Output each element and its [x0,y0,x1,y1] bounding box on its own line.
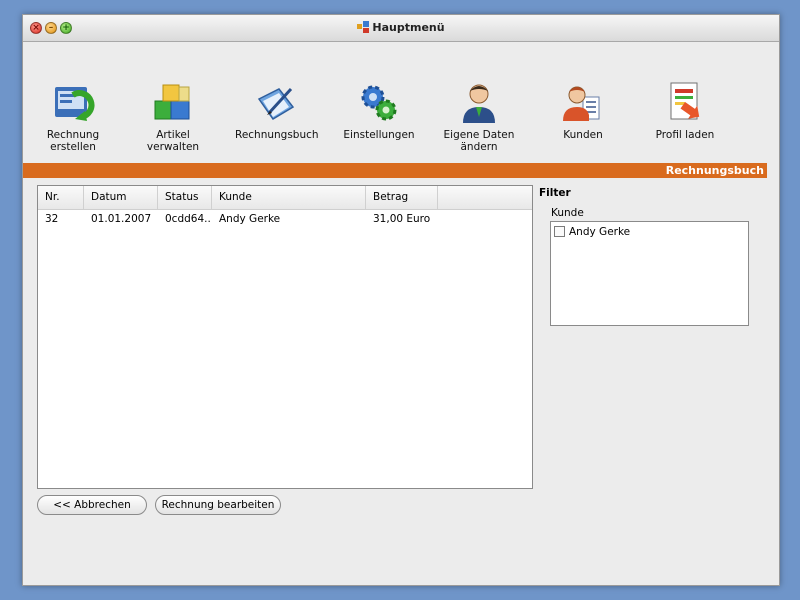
app-icon [357,21,370,33]
cell-nr: 32 [45,213,59,225]
toolbar-button-artikel-verwalten[interactable]: Artikel verwalten [131,81,215,153]
cell-betrag: 31,00 Euro [373,213,431,225]
main-toolbar: Rechnung erstellen Artikel verwalten Rec… [23,41,779,161]
toolbar-button-eigene-daten[interactable]: Eigene Daten ändern [435,81,523,153]
cancel-button[interactable]: << Abbrechen [37,495,147,515]
column-header-datum[interactable]: Datum [84,186,158,209]
toolbar-button-rechnung-erstellen[interactable]: Rechnung erstellen [38,81,108,153]
invoice-table[interactable]: Nr. Datum Status Kunde Betrag 32 01.01.2… [37,185,533,489]
filter-kunde-label: Kunde [551,207,584,219]
filter-title: Filter [539,187,571,199]
filter-option-checkbox[interactable] [554,226,565,237]
column-header-nr[interactable]: Nr. [38,186,84,209]
edit-invoice-button[interactable]: Rechnung bearbeiten [155,495,281,515]
main-window: × – + Hauptmenü Rechnung erstellen Artik… [22,14,780,586]
section-header-bar: Rechnungsbuch [23,163,767,178]
toolbar-button-rechnungsbuch[interactable]: Rechnungsbuch [235,81,319,141]
book-pen-icon [257,87,295,121]
table-row[interactable]: 32 01.01.2007 0cdd64... Andy Gerke 31,00… [38,210,532,228]
window-title: Hauptmenü [23,21,779,34]
toolbar-button-einstellungen[interactable]: Einstellungen [341,81,417,141]
column-header-betrag[interactable]: Betrag [366,186,438,209]
toolbar-button-profil-laden[interactable]: Profil laden [647,81,723,141]
document-arrow-icon [670,82,700,120]
filter-kunde-list[interactable]: Andy Gerke [550,221,749,326]
table-header: Nr. Datum Status Kunde Betrag [38,186,532,210]
boxes-icon [154,84,190,120]
gears-icon [361,85,397,121]
filter-option-label: Andy Gerke [569,226,631,238]
column-header-status[interactable]: Status [158,186,212,209]
column-header-kunde[interactable]: Kunde [212,186,366,209]
cell-status: 0cdd64... [165,213,212,225]
cell-datum: 01.01.2007 [91,213,152,225]
cell-kunde: Andy Gerke [219,213,281,225]
invoice-create-icon [55,87,95,121]
customer-card-icon [563,86,600,121]
title-bar: × – + Hauptmenü [23,15,779,42]
section-title: Rechnungsbuch [665,164,764,177]
filter-option[interactable]: Andy Gerke [554,225,630,239]
toolbar-button-kunden[interactable]: Kunden [543,81,623,141]
user-suit-icon [463,84,495,123]
